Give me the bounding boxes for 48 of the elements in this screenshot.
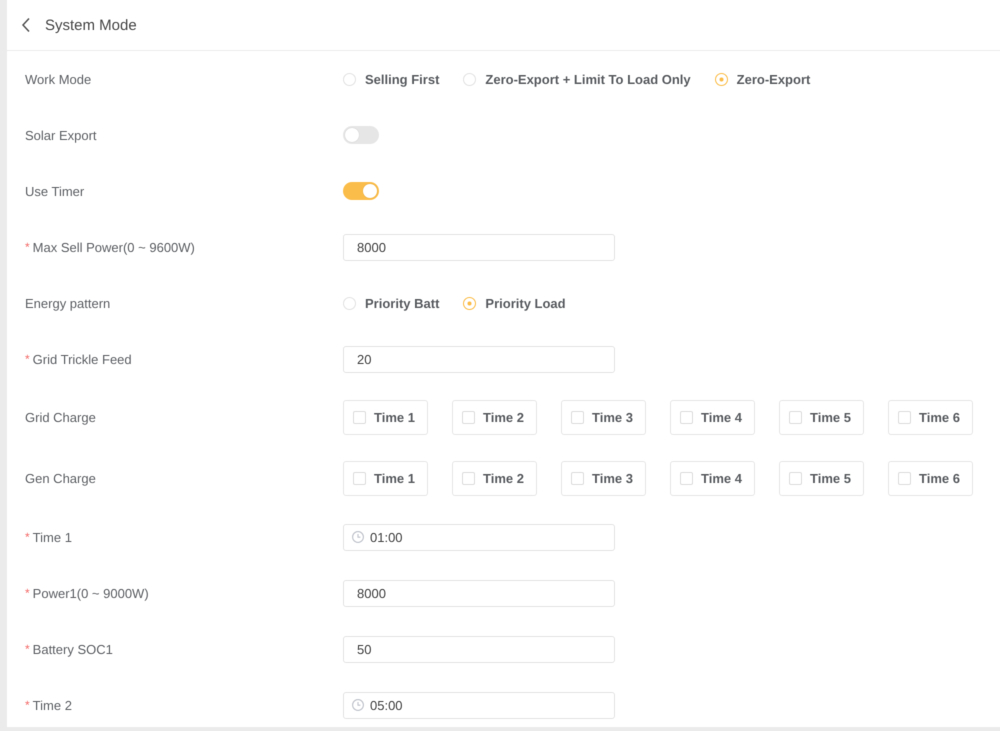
chevron-left-icon bbox=[21, 17, 31, 33]
field-label: Grid Charge bbox=[25, 410, 96, 425]
required-asterisk: * bbox=[25, 586, 30, 600]
radio-option[interactable]: Priority Load bbox=[463, 296, 566, 310]
checkbox-option[interactable]: Time 1 bbox=[343, 461, 428, 496]
required-asterisk: * bbox=[25, 530, 30, 544]
radio-option[interactable]: Zero-Export + Limit To Load Only bbox=[463, 72, 691, 86]
checkbox-option[interactable]: Time 3 bbox=[561, 461, 646, 496]
checkbox-option[interactable]: Time 1 bbox=[343, 400, 428, 435]
input-field[interactable]: 20 bbox=[343, 346, 615, 372]
checkbox-option[interactable]: Time 6 bbox=[888, 461, 973, 496]
checkbox-option[interactable]: Time 5 bbox=[779, 400, 864, 435]
checkbox-option[interactable]: Time 6 bbox=[888, 400, 973, 435]
checkbox-option[interactable]: Time 2 bbox=[452, 400, 537, 435]
checkbox-option[interactable]: Time 4 bbox=[670, 461, 755, 496]
field-label: Energy pattern bbox=[25, 296, 110, 310]
field-label: Time 2 bbox=[32, 698, 72, 712]
clock-icon bbox=[352, 531, 364, 543]
checkbox-option[interactable]: Time 4 bbox=[670, 400, 755, 435]
field-label: Battery SOC1 bbox=[32, 642, 113, 656]
checkbox-option[interactable]: Time 5 bbox=[779, 461, 864, 496]
field-label: Time 1 bbox=[32, 530, 72, 544]
checkbox-option[interactable]: Time 2 bbox=[452, 461, 537, 496]
back-button[interactable] bbox=[21, 17, 31, 33]
input-field[interactable]: 50 bbox=[343, 636, 615, 662]
required-asterisk: * bbox=[25, 642, 30, 656]
required-asterisk: * bbox=[25, 240, 30, 254]
page-title: System Mode bbox=[45, 16, 137, 34]
field-label: Work Mode bbox=[25, 72, 92, 86]
field-label: Use Timer bbox=[25, 184, 84, 198]
toggle-switch[interactable] bbox=[343, 182, 379, 200]
checkbox-option[interactable]: Time 3 bbox=[561, 400, 646, 435]
radio-option[interactable]: Priority Batt bbox=[343, 296, 440, 310]
field-label: Grid Trickle Feed bbox=[32, 352, 132, 366]
time-field[interactable]: 05:00 bbox=[343, 692, 615, 718]
field-label: Gen Charge bbox=[25, 471, 96, 486]
field-label: Power1(0 ~ 9000W) bbox=[32, 586, 149, 600]
radio-option[interactable]: Selling First bbox=[343, 72, 440, 86]
toggle-switch[interactable] bbox=[343, 126, 379, 144]
time-field[interactable]: 01:00 bbox=[343, 524, 615, 550]
radio-option[interactable]: Zero-Export bbox=[714, 72, 810, 86]
required-asterisk: * bbox=[25, 698, 30, 712]
input-field[interactable]: 8000 bbox=[343, 234, 615, 260]
field-label: Max Sell Power(0 ~ 9600W) bbox=[32, 240, 195, 254]
input-field[interactable]: 8000 bbox=[343, 580, 615, 606]
field-label: Solar Export bbox=[25, 128, 97, 142]
clock-icon bbox=[352, 699, 364, 711]
required-asterisk: * bbox=[25, 352, 30, 366]
